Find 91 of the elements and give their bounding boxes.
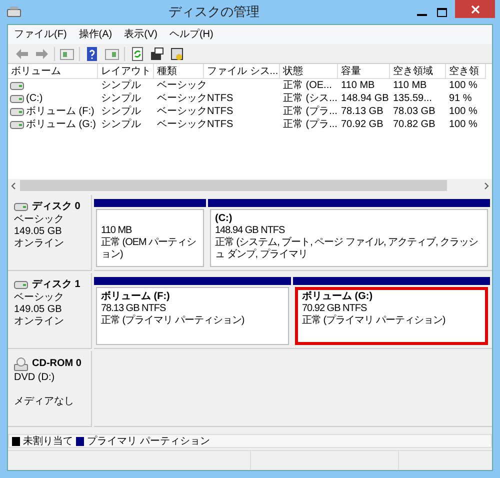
app-icon: [7, 6, 21, 18]
menu-item[interactable]: 表示(V): [124, 27, 158, 42]
drive-icon: [10, 94, 24, 102]
drive-icon: [10, 82, 24, 90]
table-cell: 100 %: [449, 106, 478, 117]
column-header[interactable]: ファイル シス...: [204, 64, 280, 79]
disk-info-text: オンライン: [14, 238, 65, 250]
table-cell: ベーシック: [157, 106, 207, 117]
cd-drive-icon: [14, 357, 28, 371]
table-cell: 78.13 GB: [341, 106, 384, 117]
table-cell: シンプル: [101, 93, 141, 104]
window-title: ディスクの管理: [168, 3, 260, 22]
drive-icon: [14, 281, 28, 289]
partition-block[interactable]: ボリューム (G:) 70.92 GB NTFS 正常 (プライマリ パーティション): [295, 287, 488, 345]
column-header[interactable]: 種類: [154, 64, 204, 79]
partition-name: ボリューム (F:): [101, 291, 171, 303]
disk-info-text: 149.05 GB: [14, 304, 63, 316]
disk-info-panel[interactable]: CD-ROM 0 DVD (D:) メディアなし: [8, 351, 92, 427]
menu-item[interactable]: ヘルプ(H): [169, 27, 214, 42]
table-cell: ボリューム (F:): [26, 105, 94, 118]
settings-icon[interactable]: [169, 46, 185, 62]
legend-label: 未割り当て: [23, 434, 73, 448]
table-cell: 正常 (シス...: [283, 93, 338, 104]
disk-name: CD-ROM 0: [32, 358, 82, 370]
disk-info-text: オンライン: [14, 316, 65, 328]
table-cell: 正常 (OE...: [283, 80, 332, 91]
table-cell: 100 %: [449, 119, 478, 130]
column-header[interactable]: ボリューム: [8, 64, 98, 79]
table-cell: 70.92 GB: [341, 119, 384, 130]
disk-name: ディスク 1: [32, 279, 80, 291]
partition-info-text: 正常 (OEM パーティション): [101, 237, 198, 261]
disk-info-text: ベーシック: [14, 292, 65, 304]
table-cell: ベーシック: [157, 119, 207, 130]
table-cell: ベーシック: [157, 93, 207, 104]
table-cell: 100 %: [449, 80, 478, 91]
partition-info-text: 148.94 GB NTFS: [215, 225, 286, 236]
column-header[interactable]: 容量: [338, 64, 390, 79]
disk-info-text: メディアなし: [14, 396, 75, 408]
table-cell: シンプル: [101, 106, 141, 117]
help-icon[interactable]: [84, 46, 100, 62]
table-cell: 148.94 GB: [341, 93, 389, 104]
table-cell: 正常 (プラ...: [283, 106, 338, 117]
partition-block[interactable]: 110 MB 正常 (OEM パーティション): [96, 209, 204, 267]
table-cell: ベーシック: [157, 80, 207, 91]
horizontal-scrollbar[interactable]: [8, 179, 492, 192]
properties-icon[interactable]: [149, 46, 165, 62]
partition-name: ボリューム (G:): [302, 291, 374, 303]
column-header[interactable]: 空き領域: [390, 64, 446, 79]
table-cell: 正常 (プラ...: [283, 119, 338, 130]
table-cell: 70.82 GB: [393, 119, 436, 130]
table-cell: シンプル: [101, 119, 141, 130]
maximize-icon[interactable]: [437, 8, 447, 16]
disk-info-text: 149.05 GB: [14, 226, 63, 238]
partition-info-text: 78.13 GB NTFS: [101, 303, 167, 314]
drive-icon: [14, 203, 28, 211]
drive-icon: [10, 108, 24, 116]
disk-info-panel[interactable]: ディスク 1 ベーシック 149.05 GB オンライン: [8, 273, 92, 349]
partition-name: (C:): [215, 213, 234, 225]
table-cell: 110 MB: [393, 80, 427, 91]
table-cell: 91 %: [449, 93, 472, 104]
table-cell: NTFS: [207, 119, 234, 130]
menu-item[interactable]: 操作(A): [78, 27, 112, 42]
column-header[interactable]: 空き領: [446, 64, 486, 79]
legend-label: プライマリ パーティション: [87, 434, 210, 448]
table-cell: 110 MB: [341, 80, 375, 91]
column-header[interactable]: レイアウト: [98, 64, 154, 79]
table-cell: 135.59...: [393, 93, 432, 104]
disk-info-text: ベーシック: [14, 214, 65, 226]
disk-info-text: DVD (D:): [14, 372, 56, 384]
table-cell: (C:): [26, 92, 43, 105]
disk-name: ディスク 0: [32, 201, 80, 213]
partition-info-text: 正常 (プライマリ パーティション): [302, 315, 446, 327]
drive-icon: [10, 120, 24, 128]
close-button[interactable]: [455, 0, 495, 18]
partition-info-text: 正常 (プライマリ パーティション): [101, 315, 246, 327]
partition-block[interactable]: (C:) 148.94 GB NTFS 正常 (システム, ブート, ページ ファイル, アクティブ, クラッシュ ダンプ, プライマリ: [210, 209, 488, 267]
disk-info-panel[interactable]: ディスク 0 ベーシック 149.05 GB オンライン: [8, 195, 92, 271]
scrollbar-thumb[interactable]: [20, 180, 447, 191]
table-cell: NTFS: [207, 106, 234, 117]
partition-block[interactable]: ボリューム (F:) 78.13 GB NTFS 正常 (プライマリ パーティション): [96, 287, 289, 345]
table-cell: シンプル: [101, 80, 141, 91]
close-icon: [470, 4, 480, 14]
table-cell: ボリューム (G:): [26, 118, 96, 131]
refresh-icon[interactable]: [129, 46, 145, 62]
partition-info-text: 110 MB: [101, 225, 133, 236]
column-header[interactable]: 状態: [280, 64, 338, 79]
partition-info-text: 正常 (システム, ブート, ページ ファイル, アクティブ, クラッシュ ダンプ, プライマリ: [215, 237, 480, 261]
menu-item[interactable]: ファイル(F): [14, 27, 67, 42]
table-cell: NTFS: [207, 93, 234, 104]
partition-info-text: 70.92 GB NTFS: [302, 303, 368, 314]
table-cell: 78.03 GB: [393, 106, 436, 117]
